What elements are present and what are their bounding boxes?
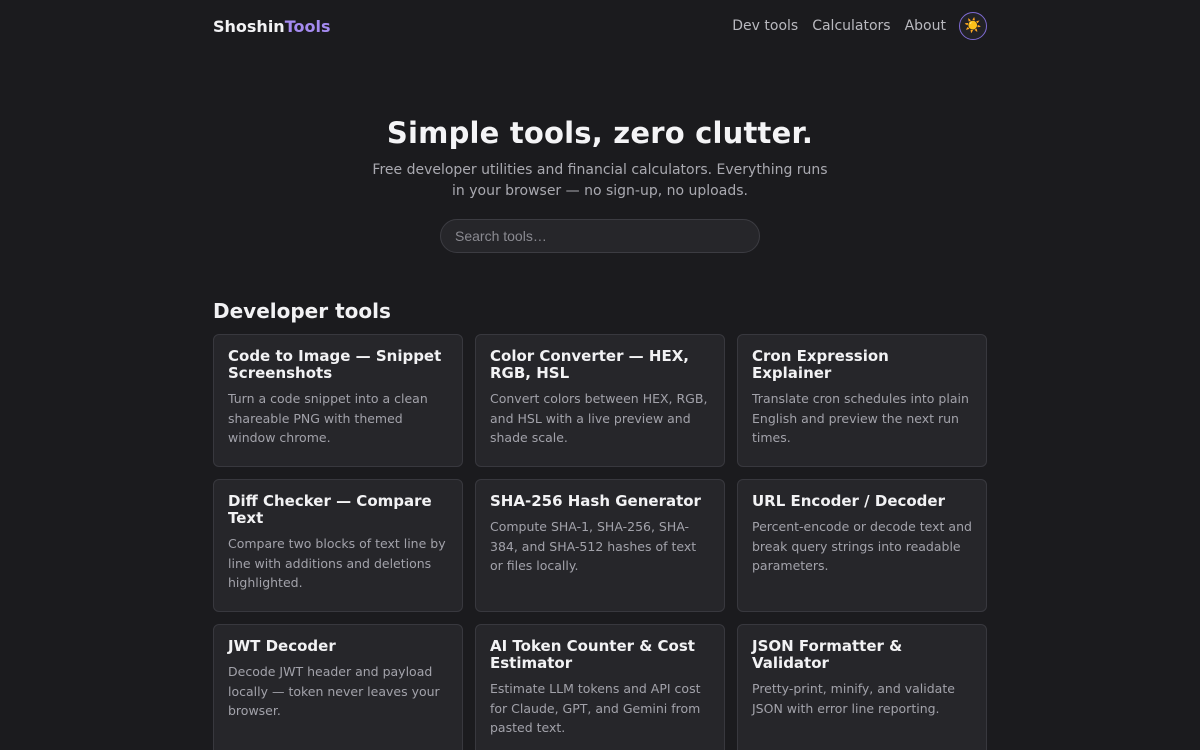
tool-card-title: URL Encoder / Decoder <box>752 492 945 510</box>
tool-card-title: JSON Formatter & Validator <box>752 637 903 672</box>
nav-about[interactable]: About <box>905 18 946 34</box>
hero: Simple tools, zero clutter. Free develop… <box>213 115 987 253</box>
nav-calculators[interactable]: Calculators <box>812 18 890 34</box>
brand-logo[interactable]: ShoshinTools <box>213 17 330 36</box>
tool-card-json-formatter[interactable]: JSON Formatter & Validator Pretty-print,… <box>737 624 987 750</box>
tool-card-code-to-image[interactable]: Code to Image — Snippet Screenshots Turn… <box>213 334 463 467</box>
tool-card-description: Estimate LLM tokens and API cost for Cla… <box>490 681 701 735</box>
tool-card-description: Compare two blocks of text line by line … <box>228 536 446 590</box>
tool-card-title: Color Converter — HEX, RGB, HSL <box>490 347 689 382</box>
tool-card-description: Decode JWT header and payload locally — … <box>228 664 440 718</box>
site-header: ShoshinTools Dev tools Calculators About… <box>213 0 987 52</box>
page: ShoshinTools Dev tools Calculators About… <box>213 0 987 750</box>
tool-card-title: Code to Image — Snippet Screenshots <box>228 347 442 382</box>
hero-subtitle: Free developer utilities and financial c… <box>372 162 828 199</box>
tool-card-title: JWT Decoder <box>228 637 336 655</box>
tool-card-jwt-decoder[interactable]: JWT Decoder Decode JWT header and payloa… <box>213 624 463 750</box>
tools-grid: Code to Image — Snippet Screenshots Turn… <box>213 334 987 750</box>
tool-card-url-encoder[interactable]: URL Encoder / Decoder Percent-encode or … <box>737 479 987 612</box>
tool-card-description: Percent-encode or decode text and break … <box>752 519 972 573</box>
sun-icon: ☀️ <box>964 18 982 34</box>
tool-card-description: Pretty-print, minify, and validate JSON … <box>752 681 955 716</box>
search-input[interactable] <box>440 219 760 253</box>
tool-card-diff-checker[interactable]: Diff Checker — Compare Text Compare two … <box>213 479 463 612</box>
tool-card-sha256-hash[interactable]: SHA-256 Hash Generator Compute SHA-1, SH… <box>475 479 725 612</box>
brand-name: Shoshin <box>213 16 285 36</box>
tool-card-description: Turn a code snippet into a clean shareab… <box>228 391 428 445</box>
tool-card-cron-explainer[interactable]: Cron Expression Explainer Translate cron… <box>737 334 987 467</box>
tool-card-description: Compute SHA-1, SHA-256, SHA-384, and SHA… <box>490 519 697 573</box>
tool-card-ai-token-counter[interactable]: AI Token Counter & Cost Estimator Estima… <box>475 624 725 750</box>
hero-title: Simple tools, zero clutter. <box>386 116 814 150</box>
brand-accent: Tools <box>284 16 331 36</box>
tool-card-title: SHA-256 Hash Generator <box>490 492 701 510</box>
tool-card-title: AI Token Counter & Cost Estimator <box>490 637 695 672</box>
tool-card-title: Cron Expression Explainer <box>752 347 889 382</box>
tool-card-description: Translate cron schedules into plain Engl… <box>752 391 969 445</box>
main-nav: Dev tools Calculators About ☀️ <box>732 12 987 40</box>
section-title: Developer tools <box>213 299 391 323</box>
tool-card-description: Convert colors between HEX, RGB, and HSL… <box>490 391 708 445</box>
tool-card-color-converter[interactable]: Color Converter — HEX, RGB, HSL Convert … <box>475 334 725 467</box>
theme-toggle-button[interactable]: ☀️ <box>959 12 987 40</box>
nav-dev-tools[interactable]: Dev tools <box>732 18 798 34</box>
tool-card-title: Diff Checker — Compare Text <box>228 492 432 527</box>
